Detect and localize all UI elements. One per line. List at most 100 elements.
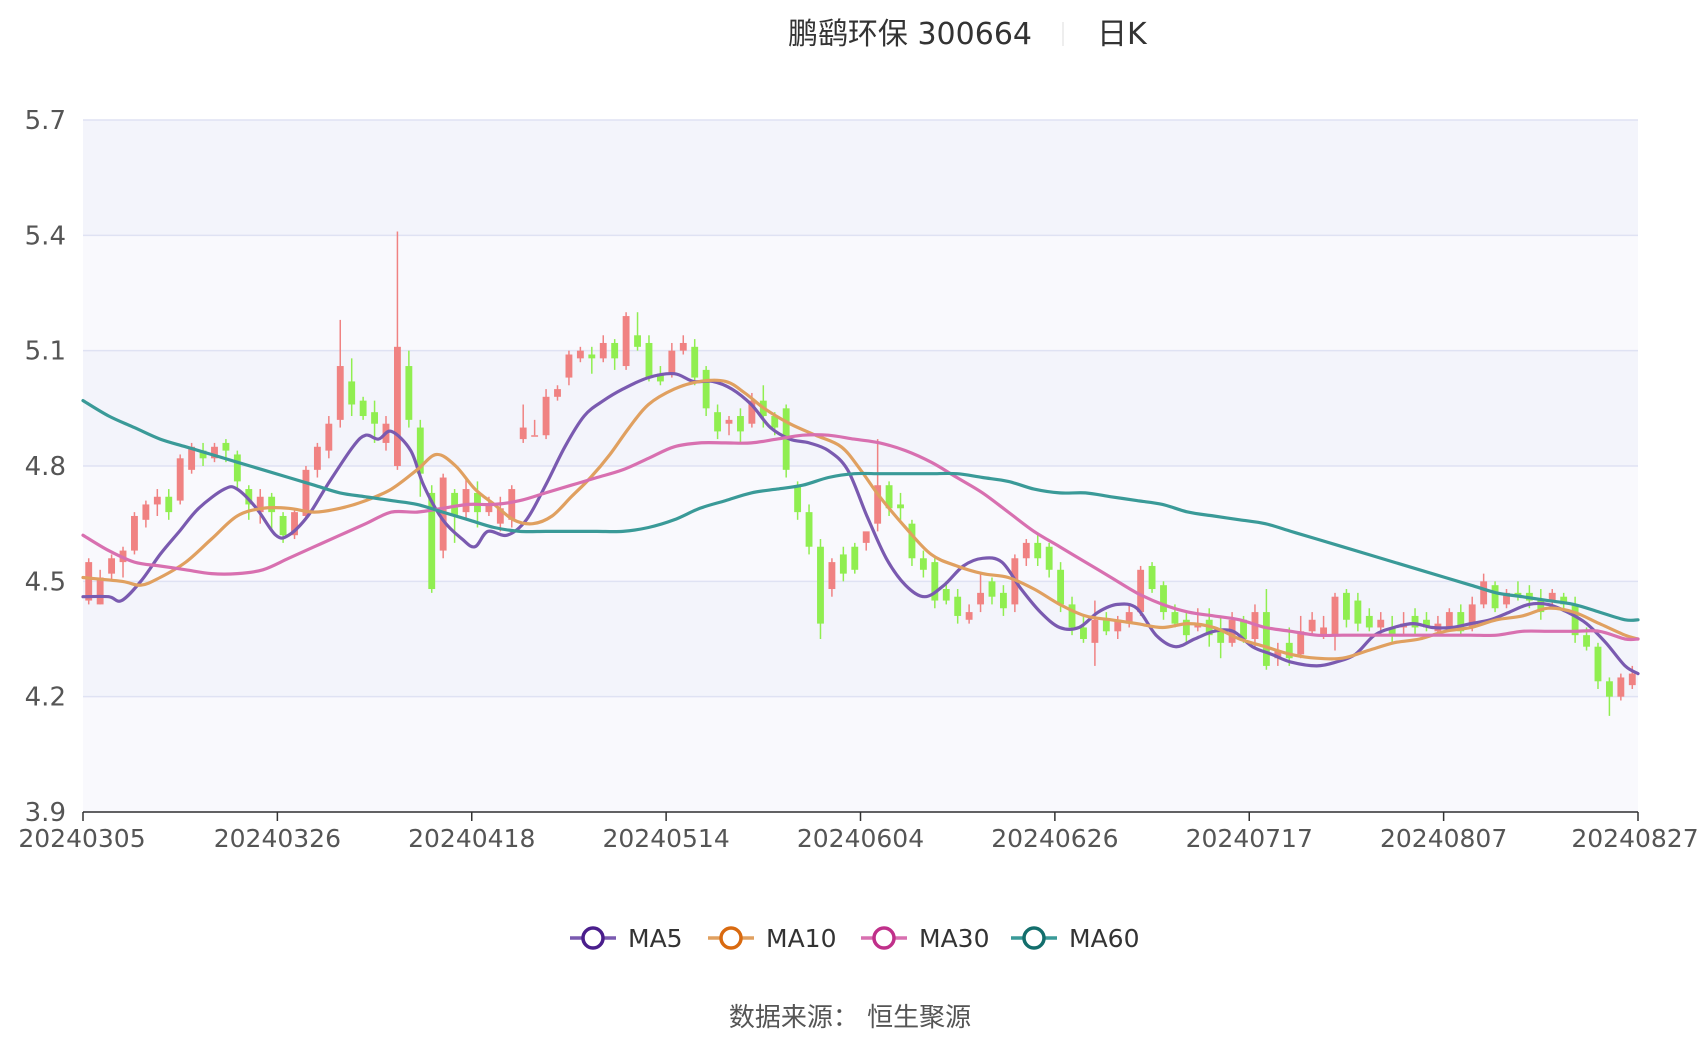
candle-body: [1583, 635, 1590, 647]
period-label[interactable]: 日K: [1097, 17, 1148, 52]
candle-body: [702, 369, 710, 409]
candle-body: [108, 558, 116, 574]
candle-body: [599, 342, 607, 359]
candle-body: [1617, 677, 1625, 697]
candle-body: [1160, 585, 1167, 613]
candle-body: [268, 496, 276, 513]
y-tick-label: 4.8: [25, 452, 66, 482]
candle-body: [405, 366, 413, 420]
candle-body: [371, 412, 378, 424]
candle-body: [313, 446, 321, 470]
candle-body: [531, 435, 539, 437]
legend: MA5 MA10 MA30 MA60: [570, 924, 1139, 953]
legend-label: MA5: [628, 924, 683, 953]
stock-title: 鹏鹞环保 300664: [788, 17, 1032, 52]
x-tick-label: 20240418: [408, 824, 535, 853]
candle-body: [1034, 542, 1042, 559]
candle-body: [611, 342, 619, 359]
candle-body: [965, 612, 973, 620]
candle-body: [474, 492, 481, 513]
legend-label: MA30: [919, 924, 989, 953]
candle-body: [1354, 600, 1362, 624]
candle-body: [908, 523, 916, 559]
plot-band: [83, 120, 1638, 236]
candle-body: [988, 581, 996, 597]
candle-body: [725, 419, 733, 424]
candle-body: [165, 496, 173, 513]
candle-body: [1377, 619, 1385, 628]
legend-item-ma30[interactable]: MA30: [861, 924, 989, 953]
candle-body: [1594, 646, 1602, 682]
candle-body: [1057, 569, 1065, 605]
candle-body: [805, 512, 813, 547]
candle-body: [1480, 581, 1488, 605]
candle-body: [565, 354, 573, 378]
candle-body: [1411, 615, 1419, 628]
candle-body: [588, 354, 596, 359]
candle-body: [1137, 569, 1145, 613]
candle-body: [1171, 612, 1179, 624]
x-tick-label: 20240514: [603, 824, 730, 853]
candle-body: [679, 342, 687, 351]
x-tick-label: 20240326: [214, 824, 341, 853]
candle-body: [1102, 619, 1110, 632]
candle-body: [131, 515, 138, 551]
candle-body: [1365, 615, 1373, 628]
candle-body: [576, 350, 584, 359]
candle-body: [462, 489, 470, 513]
candle-body: [897, 504, 904, 509]
candle-body: [977, 592, 984, 605]
candle-body: [645, 342, 653, 378]
candle-body: [737, 416, 744, 432]
y-axis: 5.75.45.14.84.54.23.9: [25, 106, 66, 828]
x-tick-label: 20240827: [1571, 824, 1698, 853]
candle-body: [142, 504, 150, 520]
candle-body: [828, 562, 836, 590]
y-tick-label: 5.7: [25, 106, 66, 136]
candle-body: [176, 458, 184, 501]
candle-body: [634, 335, 641, 347]
x-tick-label: 20240604: [797, 824, 924, 853]
chart-title: 鹏鹞环保 300664 日K: [788, 17, 1148, 52]
candle-body: [839, 554, 847, 574]
candle-body: [794, 485, 802, 513]
candle-body: [668, 350, 676, 374]
candle-body: [1217, 631, 1225, 643]
candle-body: [999, 592, 1007, 609]
candle-body: [336, 366, 344, 420]
candle-body: [1628, 673, 1636, 686]
candle-body: [1491, 585, 1499, 609]
y-tick-label: 4.2: [25, 683, 66, 713]
candle-body: [1022, 542, 1030, 559]
legend-item-ma60[interactable]: MA60: [1011, 924, 1139, 953]
candle-body: [1262, 612, 1270, 666]
candle-body: [1343, 592, 1350, 620]
candle-body: [519, 427, 527, 440]
chart-root: 鹏鹞环保 300664 日K 5.7 5.4 5.1 4.8 4.5 4.2 3.9 202…: [0, 0, 1700, 1034]
legend-item-ma10[interactable]: MA10: [708, 924, 836, 953]
candle-body: [153, 496, 161, 505]
candle-body: [1605, 681, 1613, 697]
candle-body: [862, 531, 870, 543]
candle-body: [325, 423, 333, 451]
legend-item-ma5[interactable]: MA5: [570, 924, 683, 953]
legend-marker-icon: [581, 926, 605, 950]
candle-body: [1080, 627, 1087, 639]
candle-body: [1331, 596, 1339, 636]
candle-body: [96, 577, 104, 605]
candle-body: [542, 396, 550, 436]
y-tick-label: 5.4: [25, 221, 66, 251]
candle-body: [714, 412, 722, 432]
candle-body: [1308, 619, 1316, 632]
candle-body: [1445, 612, 1453, 628]
candle-body: [279, 515, 287, 536]
x-tick-label: 20240305: [18, 824, 145, 853]
candle-body: [919, 558, 927, 570]
legend-label: MA60: [1069, 924, 1139, 953]
y-tick-label: 5.1: [25, 337, 66, 367]
x-tick-label: 20240717: [1186, 824, 1313, 853]
data-source: 数据来源： 恒生聚源: [729, 1003, 971, 1033]
candle-body: [691, 346, 699, 378]
plot-band: [83, 581, 1638, 697]
legend-label: MA10: [766, 924, 836, 953]
